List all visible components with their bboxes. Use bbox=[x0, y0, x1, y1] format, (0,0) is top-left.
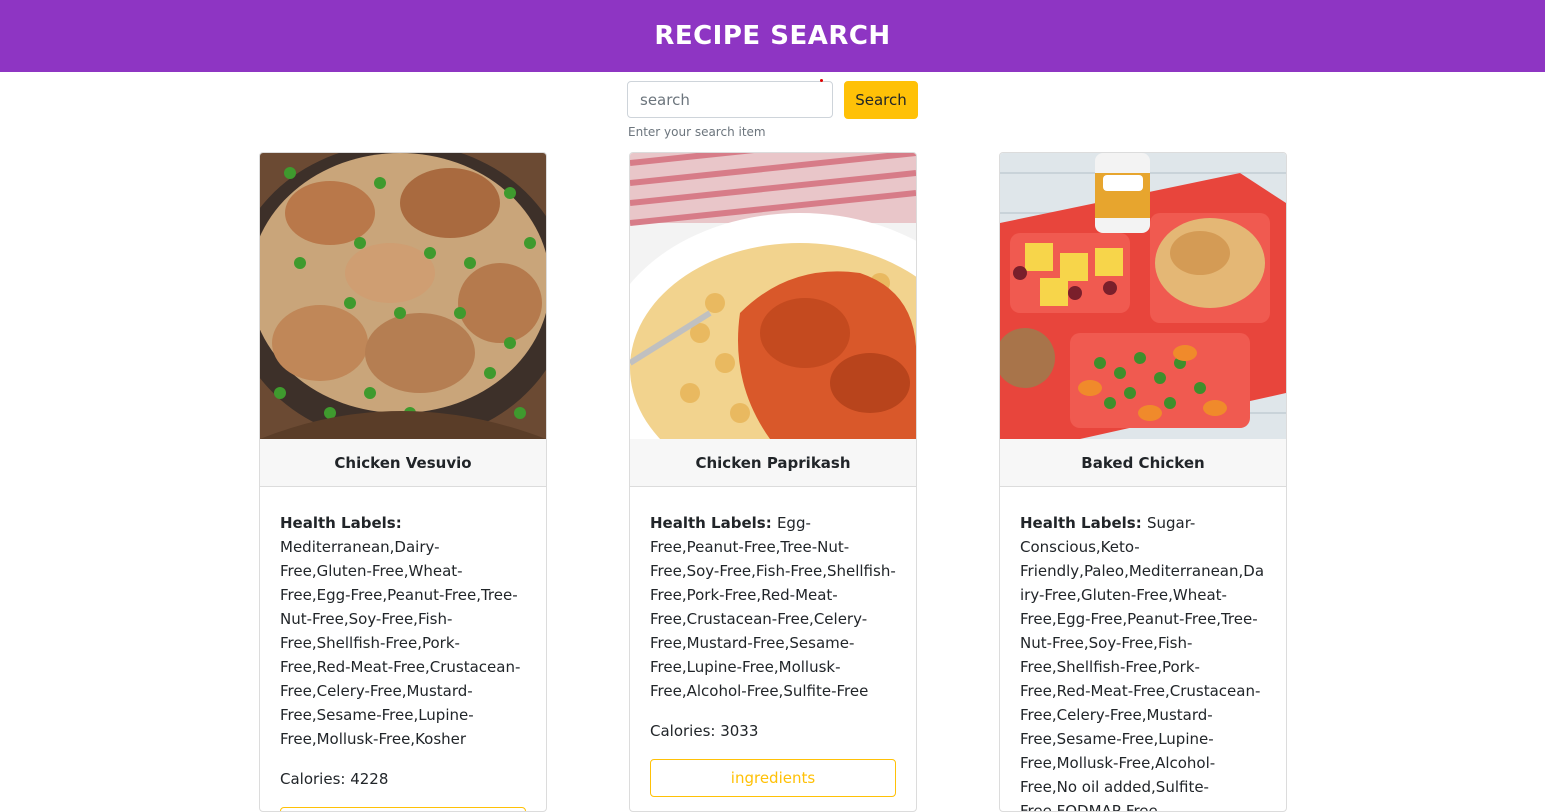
health-labels-heading: Health Labels: bbox=[1020, 514, 1147, 532]
recipe-details: Health Labels: Mediterranean,Dairy-Free,… bbox=[280, 511, 528, 811]
health-labels: Health Labels: Mediterranean,Dairy-Free,… bbox=[280, 511, 528, 751]
health-labels-text: Mediterranean,Dairy-Free,Gluten-Free,Whe… bbox=[280, 538, 521, 748]
calories-label: Calories: bbox=[280, 770, 351, 788]
ingredients-button[interactable]: ingredients bbox=[650, 759, 896, 797]
baked-chicken-photo bbox=[1000, 153, 1286, 439]
health-labels: Health Labels: Egg-Free,Peanut-Free,Tree… bbox=[650, 511, 898, 703]
health-labels-heading: Health Labels: bbox=[280, 514, 402, 532]
recipe-card: Baked Chicken Health Labels: Sugar-Consc… bbox=[999, 152, 1287, 812]
health-labels-text: Sugar-Conscious,Keto-Friendly,Paleo,Medi… bbox=[1020, 514, 1265, 812]
chicken-vesuvio-photo bbox=[260, 153, 546, 439]
calories-value: 4228 bbox=[350, 770, 389, 788]
red-dot-marker bbox=[820, 79, 823, 82]
chicken-paprikash-photo bbox=[630, 153, 916, 439]
recipe-card: Chicken Vesuvio Health Labels: Mediterra… bbox=[259, 152, 547, 812]
calories-value: 3033 bbox=[720, 722, 759, 740]
search-button[interactable]: Search bbox=[844, 81, 918, 119]
calories-line: Calories: 3033 bbox=[650, 719, 898, 743]
health-labels-heading: Health Labels: bbox=[650, 514, 777, 532]
health-labels: Health Labels: Sugar-Conscious,Keto-Frie… bbox=[1020, 511, 1268, 812]
recipe-details: Health Labels: Egg-Free,Peanut-Free,Tree… bbox=[650, 511, 898, 797]
recipe-details: Health Labels: Sugar-Conscious,Keto-Frie… bbox=[1020, 511, 1268, 812]
app-header: RECIPE SEARCH bbox=[0, 0, 1545, 72]
calories-line: Calories: 4228 bbox=[280, 767, 528, 791]
page-title: RECIPE SEARCH bbox=[654, 21, 891, 51]
recipe-title: Baked Chicken bbox=[1000, 439, 1286, 487]
calories-label: Calories: bbox=[650, 722, 721, 740]
ingredients-button[interactable]: ingredients bbox=[280, 807, 526, 811]
health-labels-text: Egg-Free,Peanut-Free,Tree-Nut-Free,Soy-F… bbox=[650, 514, 896, 700]
search-input[interactable] bbox=[627, 81, 833, 118]
recipe-title: Chicken Paprikash bbox=[630, 439, 916, 487]
recipe-card: Chicken Paprikash Health Labels: Egg-Fre… bbox=[629, 152, 917, 812]
recipe-title: Chicken Vesuvio bbox=[260, 439, 546, 487]
search-hint: Enter your search item bbox=[628, 125, 766, 139]
